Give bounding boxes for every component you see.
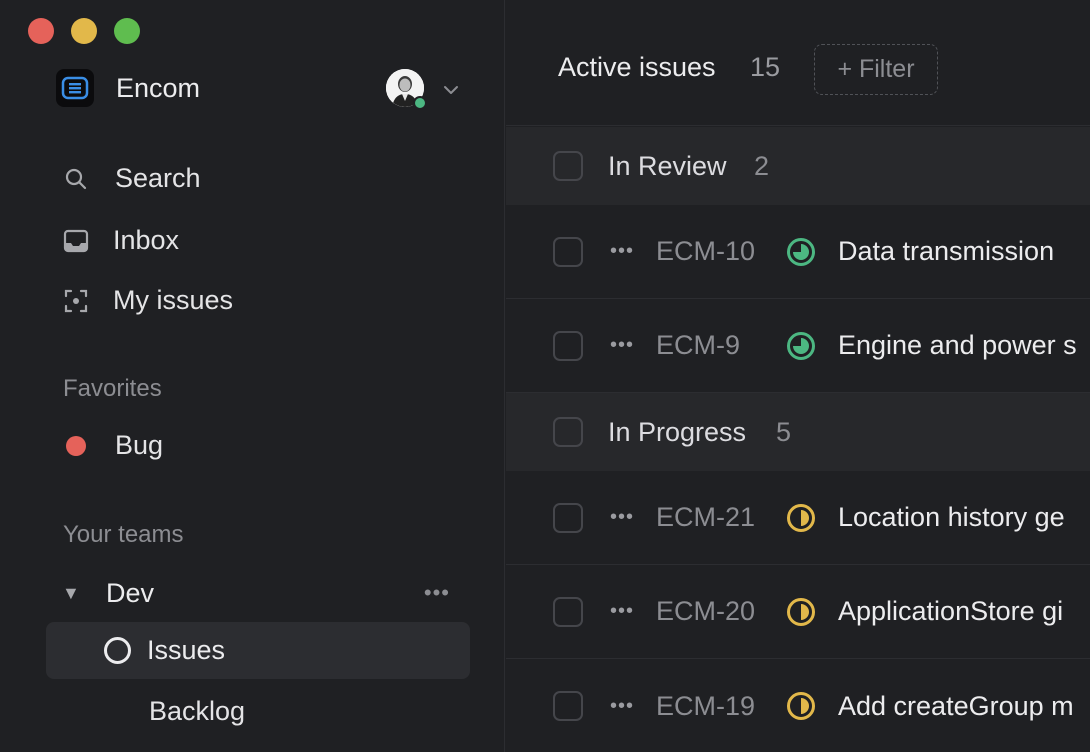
issue-key: ECM-10 <box>656 236 756 266</box>
focus-target-icon <box>62 287 90 315</box>
issue-checkbox[interactable] <box>553 596 583 627</box>
nav-my-issues-label: My issues <box>113 285 234 315</box>
in-progress-status-icon[interactable] <box>786 597 816 627</box>
issues-header: Active issues 15 + Filter <box>506 0 1090 126</box>
group-name: In Progress <box>608 416 747 447</box>
issue-checkbox[interactable] <box>553 502 583 533</box>
filter-button[interactable]: + Filter <box>814 44 938 95</box>
team-nav-backlog[interactable]: Backlog <box>149 696 245 727</box>
group-checkbox[interactable] <box>553 417 583 447</box>
issue-row[interactable]: ••• ECM-21 Location history ge <box>506 471 1090 565</box>
more-options-icon[interactable]: ••• <box>610 334 634 357</box>
issue-key: ECM-20 <box>656 596 756 626</box>
issue-title: Data transmission <box>838 236 1055 266</box>
workspace-name: Encom <box>116 72 201 103</box>
issue-key: ECM-21 <box>656 502 756 532</box>
workspace-logo-icon <box>56 69 94 107</box>
issue-checkbox[interactable] <box>553 691 583 721</box>
nav-search-label: Search <box>115 163 201 193</box>
team-name: Dev <box>106 577 155 608</box>
page-title: Active issues <box>558 52 716 82</box>
group-checkbox[interactable] <box>553 151 583 181</box>
group-name: In Review <box>608 150 727 181</box>
issues-circle-icon <box>104 637 131 664</box>
avatar[interactable] <box>386 69 427 110</box>
close-window-button[interactable] <box>28 18 54 44</box>
nav-inbox[interactable]: Inbox <box>62 225 179 256</box>
nav-inbox-label: Inbox <box>113 225 180 255</box>
maximize-window-button[interactable] <box>114 18 140 44</box>
search-icon <box>62 165 90 193</box>
window-controls <box>28 18 140 44</box>
issue-key: ECM-9 <box>656 330 741 360</box>
issue-title: Add createGroup m <box>838 690 1074 721</box>
issue-checkbox[interactable] <box>553 330 583 361</box>
more-options-icon[interactable]: ••• <box>610 506 634 529</box>
group-header-in-progress[interactable]: In Progress 5 <box>506 393 1090 471</box>
chevron-down-icon[interactable] <box>441 80 461 100</box>
issue-row[interactable]: ••• ECM-9 Engine and power s <box>506 299 1090 393</box>
group-count: 5 <box>776 416 792 447</box>
more-options-icon[interactable]: ••• <box>610 600 634 623</box>
bug-color-dot-icon <box>66 435 86 456</box>
more-options-icon[interactable]: ••• <box>610 695 634 718</box>
online-status-badge <box>413 96 427 110</box>
more-options-icon[interactable]: ••• <box>424 580 450 606</box>
in-review-status-icon[interactable] <box>786 331 816 361</box>
caret-down-icon[interactable]: ▼ <box>62 583 82 604</box>
team-dev[interactable]: ▼ Dev ••• <box>62 575 462 611</box>
inbox-icon <box>62 227 90 255</box>
issue-title: ApplicationStore gi <box>838 596 1064 626</box>
issue-title: Location history ge <box>838 502 1065 532</box>
nav-my-issues[interactable]: My issues <box>62 285 233 316</box>
in-review-status-icon[interactable] <box>786 237 816 267</box>
favorites-heading[interactable]: Favorites <box>63 375 162 403</box>
teams-heading[interactable]: Your teams <box>63 521 184 549</box>
in-progress-status-icon[interactable] <box>786 691 816 721</box>
issue-key: ECM-19 <box>656 690 756 721</box>
favorite-item-bug[interactable]: Bug <box>66 430 163 461</box>
favorite-item-label: Bug <box>115 430 164 460</box>
nav-search[interactable]: Search <box>62 163 201 194</box>
issue-checkbox[interactable] <box>553 236 583 267</box>
issue-count: 15 <box>750 52 781 82</box>
team-nav-issues[interactable]: Issues <box>46 622 470 679</box>
issue-title: Engine and power s <box>838 330 1077 360</box>
team-nav-issues-label: Issues <box>147 635 226 665</box>
group-count: 2 <box>754 150 770 181</box>
in-progress-status-icon[interactable] <box>786 503 816 533</box>
more-options-icon[interactable]: ••• <box>610 240 634 263</box>
issue-row[interactable]: ••• ECM-19 Add createGroup m <box>506 659 1090 752</box>
issues-view: Active issues 15 + Filter In Review 2 ••… <box>506 0 1090 752</box>
sidebar: Encom Search Inbox My issues Favorites B… <box>0 0 505 752</box>
workspace-switcher[interactable]: Encom <box>56 69 200 107</box>
group-header-in-review[interactable]: In Review 2 <box>506 127 1090 205</box>
issue-row[interactable]: ••• ECM-20 ApplicationStore gi <box>506 565 1090 659</box>
minimize-window-button[interactable] <box>71 18 97 44</box>
issue-row[interactable]: ••• ECM-10 Data transmission <box>506 205 1090 299</box>
